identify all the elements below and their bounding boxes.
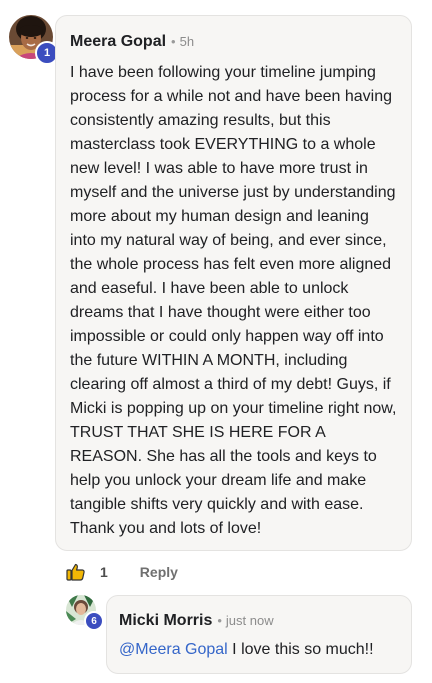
reply-author-name[interactable]: Micki Morris (119, 612, 212, 630)
like-count: 1 (100, 564, 108, 580)
reply-timestamp[interactable]: just now (226, 613, 274, 628)
like-button[interactable] (66, 562, 86, 582)
reply-button[interactable]: Reply (140, 564, 178, 580)
reply-text: @Meera Gopal I love this so much!! (119, 638, 399, 662)
mention-link[interactable]: @Meera Gopal (119, 641, 228, 658)
comment-avatar-wrap[interactable]: 1 (9, 15, 59, 65)
reply-bubble: Micki Morris • just now @Meera Gopal I l… (106, 595, 412, 674)
reply-text-content: I love this so much!! (227, 641, 374, 658)
level-badge: 6 (84, 611, 104, 631)
comment-actions: 1 Reply (66, 561, 178, 583)
reply-header: Micki Morris • just now (119, 612, 399, 630)
comment-author-name[interactable]: Meera Gopal (70, 33, 166, 51)
separator-dot: • (171, 34, 176, 49)
comment-timestamp[interactable]: 5h (180, 34, 194, 49)
separator-dot: • (217, 613, 222, 628)
comment-text: I have been following your timeline jump… (70, 64, 397, 537)
reply-avatar-wrap[interactable]: 6 (66, 595, 104, 631)
comment-bubble: Meera Gopal • 5h I have been following y… (55, 15, 412, 551)
comment-header: Meera Gopal • 5h (70, 33, 397, 51)
thumbs-up-icon (66, 563, 85, 581)
